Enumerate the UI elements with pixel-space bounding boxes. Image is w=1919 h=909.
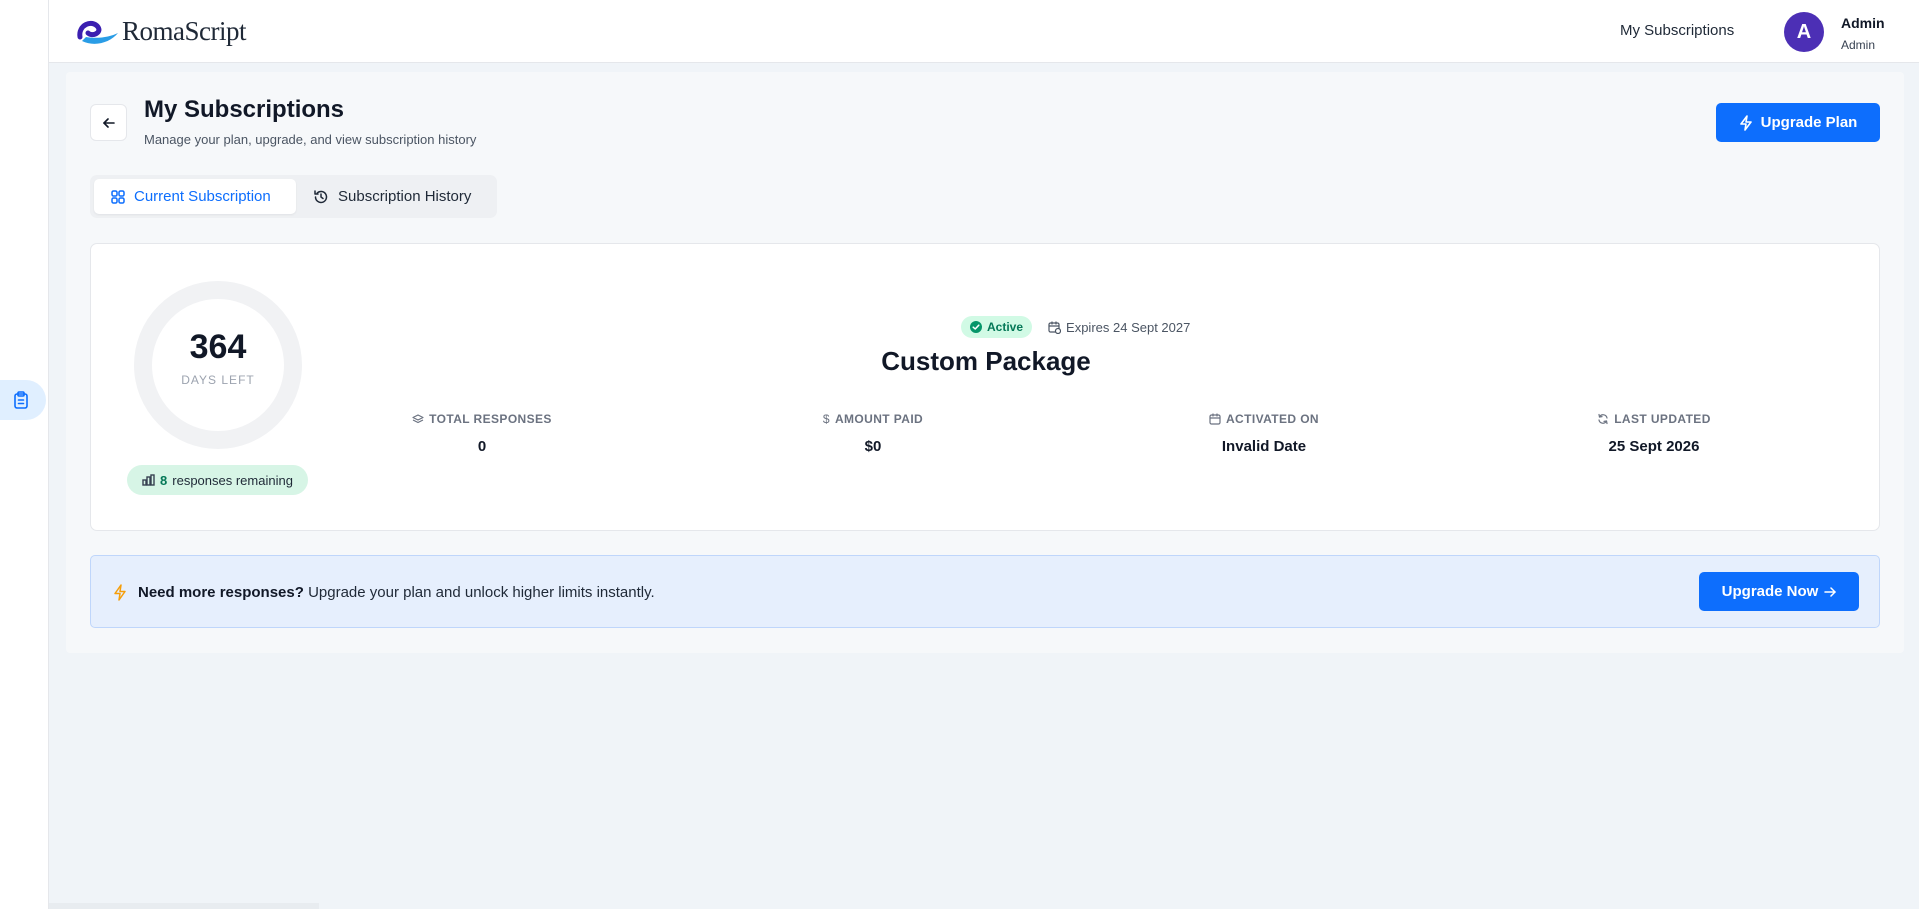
stat-value: 25 Sept 2026 xyxy=(1608,438,1700,455)
layers-icon xyxy=(412,414,424,424)
page-subtitle: Manage your plan, upgrade, and view subs… xyxy=(144,132,477,147)
sidebar-item-subscriptions[interactable] xyxy=(0,380,46,420)
days-left-label: DAYS LEFT xyxy=(181,373,255,387)
stat-label: ACTIVATED ON xyxy=(1225,412,1320,426)
banner-headline: Need more responses? xyxy=(138,584,304,601)
brand-name: RomaScript xyxy=(122,15,247,46)
stat-total-responses: TOTAL RESPONSES 0 xyxy=(362,412,602,455)
banner-message: Need more responses? Upgrade your plan a… xyxy=(138,584,655,601)
stat-value: 0 xyxy=(477,438,487,455)
logo-mark-icon xyxy=(77,20,118,44)
user-role: Admin xyxy=(1841,38,1876,52)
stat-value: Invalid Date xyxy=(1221,438,1307,455)
page-title: My Subscriptions xyxy=(144,96,345,123)
avatar[interactable]: A xyxy=(1784,12,1824,52)
bar-chart-icon xyxy=(142,474,155,486)
stat-label: TOTAL RESPONSES xyxy=(429,412,552,426)
expiry-text: Expires 24 Sept 2027 xyxy=(1066,319,1191,335)
stat-last-updated: LAST UPDATED 25 Sept 2026 xyxy=(1534,412,1774,455)
stat-label: AMOUNT PAID xyxy=(834,412,924,426)
grid-icon xyxy=(111,189,125,204)
days-left-value: 364 xyxy=(189,328,247,366)
upgrade-now-button[interactable]: Upgrade Now xyxy=(1699,572,1859,611)
calendar-icon xyxy=(1209,413,1221,425)
upgrade-plan-button[interactable]: Upgrade Plan xyxy=(1716,103,1880,142)
status-label: Active xyxy=(987,320,1024,334)
tab-label: Subscription History xyxy=(338,188,472,205)
clipboard-icon xyxy=(14,391,28,409)
responses-remaining-text: responses remaining xyxy=(172,472,293,488)
upgrade-now-label: Upgrade Now xyxy=(1721,583,1819,600)
nav-link-my-subscriptions[interactable]: My Subscriptions xyxy=(1620,22,1734,39)
bottom-shade xyxy=(49,903,319,909)
tab-current-subscription[interactable]: Current Subscription xyxy=(94,179,296,214)
refresh-icon xyxy=(1598,413,1608,425)
lightning-icon xyxy=(1739,114,1752,131)
main-panel: My Subscriptions Manage your plan, upgra… xyxy=(66,72,1904,653)
brand-logo[interactable]: RomaScript xyxy=(76,15,247,47)
tab-bar: Current Subscription Subscription Histor… xyxy=(90,175,497,218)
status-badge: Active xyxy=(961,316,1033,338)
upgrade-plan-label: Upgrade Plan xyxy=(1760,114,1858,131)
arrow-left-icon xyxy=(102,117,115,128)
stat-activated-on: ACTIVATED ON Invalid Date xyxy=(1144,412,1384,455)
dollar-icon: $ xyxy=(822,412,830,426)
back-button[interactable] xyxy=(90,104,127,141)
user-name: Admin xyxy=(1841,15,1885,31)
top-bar: RomaScript My Subscriptions A Admin Admi… xyxy=(49,0,1919,63)
responses-remaining-count: 8 xyxy=(160,472,168,488)
status-row: Active Expires 24 Sept 2027 xyxy=(961,316,1190,338)
banner-body: Upgrade your plan and unlock higher limi… xyxy=(303,584,655,601)
stat-amount-paid: $ AMOUNT PAID $0 xyxy=(753,412,993,455)
upgrade-banner: Need more responses? Upgrade your plan a… xyxy=(90,555,1880,628)
responses-remaining-badge: 8 responses remaining xyxy=(127,465,308,495)
plan-name: Custom Package xyxy=(881,346,1091,376)
expiry-info: Expires 24 Sept 2027 xyxy=(1048,320,1190,335)
lightning-icon xyxy=(114,584,126,601)
calendar-clock-icon xyxy=(1048,320,1062,334)
tab-subscription-history[interactable]: Subscription History xyxy=(296,179,488,214)
check-circle-icon xyxy=(970,321,982,333)
stat-label: LAST UPDATED xyxy=(1614,412,1711,426)
tab-label: Current Subscription xyxy=(134,188,271,205)
subscription-card: 364 DAYS LEFT 8 responses remaining Acti… xyxy=(90,243,1880,531)
history-icon xyxy=(314,189,328,203)
arrow-right-icon xyxy=(1824,586,1837,597)
sidebar xyxy=(0,0,49,909)
stat-value: $0 xyxy=(864,438,882,455)
